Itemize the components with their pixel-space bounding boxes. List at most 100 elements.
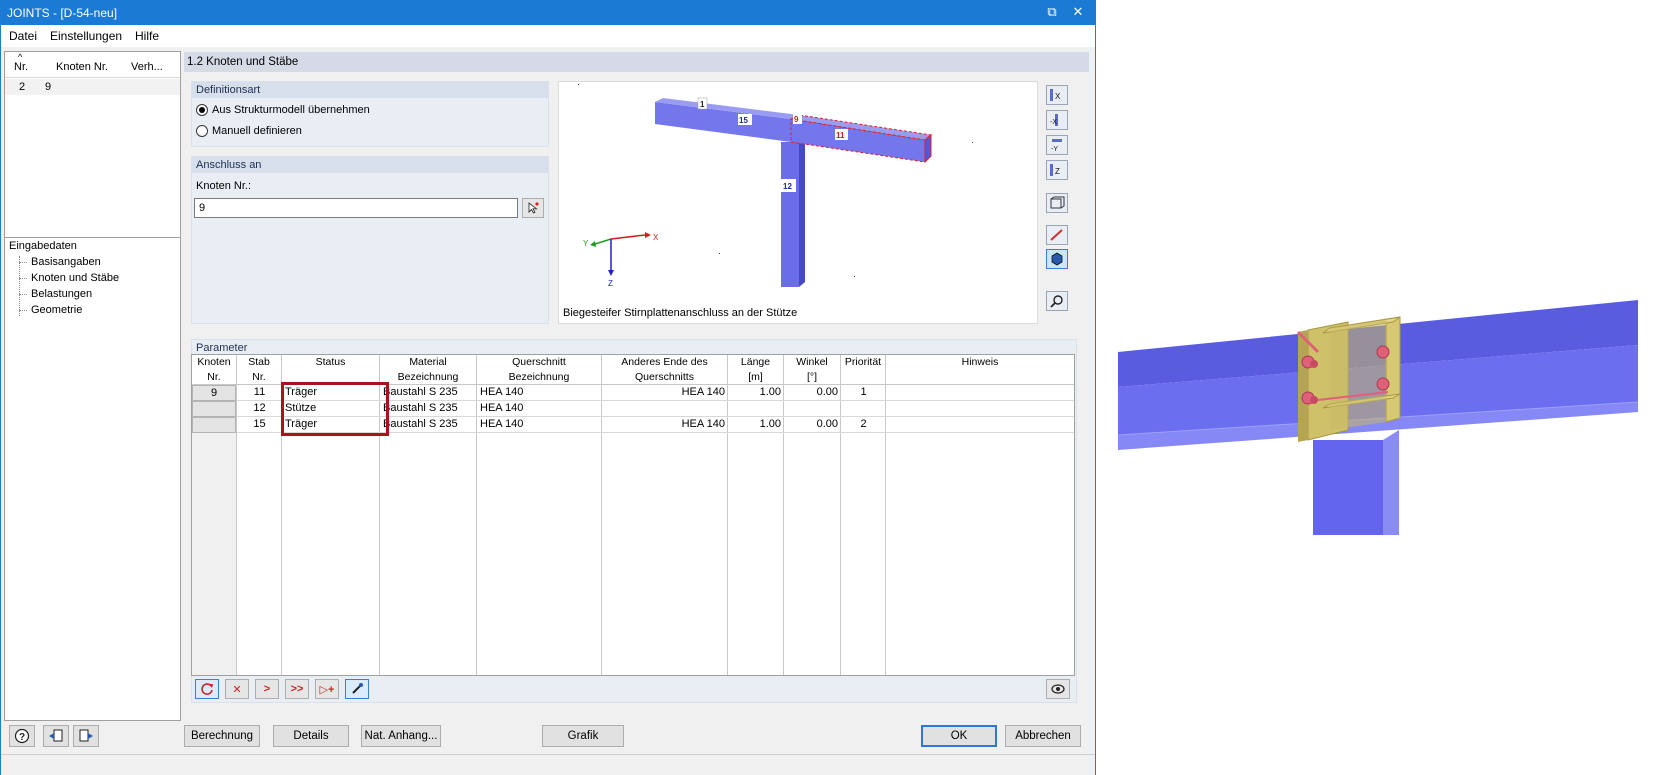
cell-laenge[interactable] bbox=[728, 401, 784, 417]
cell-hinweis[interactable] bbox=[886, 417, 1074, 433]
import-button[interactable] bbox=[73, 725, 99, 747]
row-header-knoten[interactable] bbox=[192, 401, 236, 417]
column-member-side bbox=[799, 138, 805, 287]
grafik-button[interactable]: Grafik bbox=[542, 725, 624, 747]
member-label-12: 12 bbox=[783, 182, 792, 191]
nat-anhang-button[interactable]: Nat. Anhang... bbox=[361, 725, 441, 747]
col-header-nr[interactable]: Nr. bbox=[14, 61, 28, 73]
view-x-icon[interactable]: X bbox=[1046, 85, 1068, 105]
col-header-querschnitt[interactable]: Querschnitt Bezeichnung bbox=[477, 355, 602, 385]
export-button[interactable] bbox=[43, 725, 69, 747]
abbrechen-button[interactable]: Abbrechen bbox=[1005, 725, 1081, 747]
knoten-nr-input[interactable] bbox=[194, 198, 518, 218]
next-button[interactable]: > bbox=[255, 679, 279, 699]
cell-material[interactable]: Baustahl S 235 bbox=[380, 417, 477, 433]
iso-view-icon[interactable] bbox=[1046, 193, 1068, 213]
col-header-winkel[interactable]: Winkel [°] bbox=[784, 355, 841, 385]
cell-hinweis[interactable] bbox=[886, 385, 1074, 401]
pick-node-button[interactable] bbox=[522, 198, 544, 218]
col-header-stab[interactable]: Stab Nr. bbox=[237, 355, 282, 385]
col-header-knoten[interactable]: Knoten Nr. bbox=[56, 61, 108, 73]
cell-material[interactable]: Baustahl S 235 bbox=[380, 385, 477, 401]
render-solid-icon[interactable] bbox=[1046, 249, 1068, 269]
cell-prioritaet[interactable] bbox=[841, 401, 886, 417]
axis-z-label: Z bbox=[608, 279, 613, 288]
col-header-prioritaet[interactable]: Priorität bbox=[841, 355, 886, 385]
eyedropper-icon bbox=[352, 683, 363, 694]
plate-face bbox=[1330, 320, 1386, 430]
view-minus-y-icon[interactable]: -Y bbox=[1046, 135, 1068, 155]
last-button[interactable]: >> bbox=[285, 679, 309, 699]
berechnung-button[interactable]: Berechnung bbox=[184, 725, 260, 747]
col-header-material[interactable]: Material Bezeichnung bbox=[380, 355, 477, 385]
member-label-15: 15 bbox=[739, 116, 748, 125]
restore-icon[interactable]: ⧉ bbox=[1041, 4, 1063, 22]
menu-einstellungen[interactable]: Einstellungen bbox=[50, 29, 122, 43]
group-title: Definitionsart bbox=[192, 82, 548, 98]
col-header-laenge[interactable]: Länge [m] bbox=[728, 355, 784, 385]
beam-end bbox=[924, 133, 932, 164]
cell-prioritaet[interactable]: 2 bbox=[841, 417, 886, 433]
model-preview[interactable]: 1 15 9 11 12 X Y Z Biegesteifer Stirnpla… bbox=[558, 81, 1038, 324]
zoom-icon[interactable] bbox=[1046, 291, 1068, 311]
col-header-hinweis[interactable]: Hinweis bbox=[886, 355, 1074, 385]
speck bbox=[578, 84, 579, 85]
radio-label: Manuell definieren bbox=[212, 125, 302, 137]
cell-querschnitt[interactable]: HEA 140 bbox=[477, 385, 602, 401]
view-minus-x-icon[interactable]: -X bbox=[1046, 110, 1068, 130]
radio-aus-strukturmodell[interactable]: Aus Strukturmodell übernehmen bbox=[196, 104, 370, 116]
pick-graphic-button[interactable] bbox=[345, 679, 369, 699]
cell-stab[interactable]: 11 bbox=[237, 385, 282, 401]
tree-item-basisangaben[interactable]: Basisangaben bbox=[31, 256, 101, 268]
list-item[interactable]: 2 9 bbox=[5, 79, 180, 95]
cell-winkel[interactable]: 0.00 bbox=[784, 417, 841, 433]
window-title: JOINTS - [D-54-neu] bbox=[7, 6, 118, 20]
menu-bar: Datei Einstellungen Hilfe bbox=[1, 25, 1095, 47]
cell-stab[interactable]: 15 bbox=[237, 417, 282, 433]
menu-hilfe[interactable]: Hilfe bbox=[135, 29, 159, 43]
row-header-knoten[interactable]: 9 bbox=[192, 385, 236, 401]
tree-item-knoten-und-staebe[interactable]: Knoten und Stäbe bbox=[31, 272, 119, 284]
tree-line bbox=[19, 262, 27, 263]
pick-cursor-icon bbox=[528, 202, 539, 214]
cell-anderes-ende[interactable]: HEA 140 bbox=[602, 385, 728, 401]
col-header-knoten[interactable]: Knoten Nr. bbox=[192, 355, 237, 385]
refresh-button[interactable] bbox=[195, 679, 219, 699]
col-header-anderes-ende[interactable]: Anderes Ende des Querschnitts bbox=[602, 355, 728, 385]
view-z-icon[interactable]: Z bbox=[1046, 160, 1068, 180]
close-icon[interactable]: ✕ bbox=[1067, 4, 1089, 22]
col-header-status[interactable]: Status bbox=[282, 355, 380, 385]
radio-manuell-definieren[interactable]: Manuell definieren bbox=[196, 125, 302, 137]
tree-root-eingabedaten[interactable]: Eingabedaten bbox=[9, 240, 77, 252]
cell-hinweis[interactable] bbox=[886, 401, 1074, 417]
ok-button[interactable]: OK bbox=[921, 725, 997, 747]
cell-material[interactable]: Baustahl S 235 bbox=[380, 401, 477, 417]
cell-anderes-ende[interactable] bbox=[602, 401, 728, 417]
row-header-knoten[interactable] bbox=[192, 417, 236, 433]
cell-laenge[interactable]: 1.00 bbox=[728, 385, 784, 401]
details-button[interactable]: Details bbox=[273, 725, 349, 747]
axis-y-label: Y bbox=[583, 239, 589, 248]
menu-datei[interactable]: Datei bbox=[9, 29, 37, 43]
cell-winkel[interactable]: 0.00 bbox=[784, 385, 841, 401]
cell-anderes-ende[interactable]: HEA 140 bbox=[602, 417, 728, 433]
delete-button[interactable]: ✕ bbox=[225, 679, 249, 699]
definitionsart-group: Definitionsart Aus Strukturmodell überne… bbox=[191, 81, 549, 147]
cell-laenge[interactable]: 1.00 bbox=[728, 417, 784, 433]
member-label-11: 11 bbox=[836, 131, 845, 140]
cell-querschnitt[interactable]: HEA 140 bbox=[477, 417, 602, 433]
axis-x bbox=[610, 234, 646, 240]
col-header-verh[interactable]: Verh... bbox=[131, 61, 163, 73]
cell-querschnitt[interactable]: HEA 140 bbox=[477, 401, 602, 417]
help-button[interactable]: ? bbox=[9, 725, 35, 747]
column-flange bbox=[1383, 430, 1399, 535]
insert-button[interactable]: ▷+ bbox=[315, 679, 339, 699]
cell-stab[interactable]: 12 bbox=[237, 401, 282, 417]
tree-item-belastungen[interactable]: Belastungen bbox=[31, 288, 92, 300]
tree-item-geometrie[interactable]: Geometrie bbox=[31, 304, 82, 316]
cell-prioritaet[interactable]: 1 bbox=[841, 385, 886, 401]
cell-winkel[interactable] bbox=[784, 401, 841, 417]
panel-divider[interactable] bbox=[5, 237, 180, 238]
member-select-icon[interactable] bbox=[1046, 225, 1068, 245]
view-toggle-button[interactable] bbox=[1046, 679, 1070, 699]
